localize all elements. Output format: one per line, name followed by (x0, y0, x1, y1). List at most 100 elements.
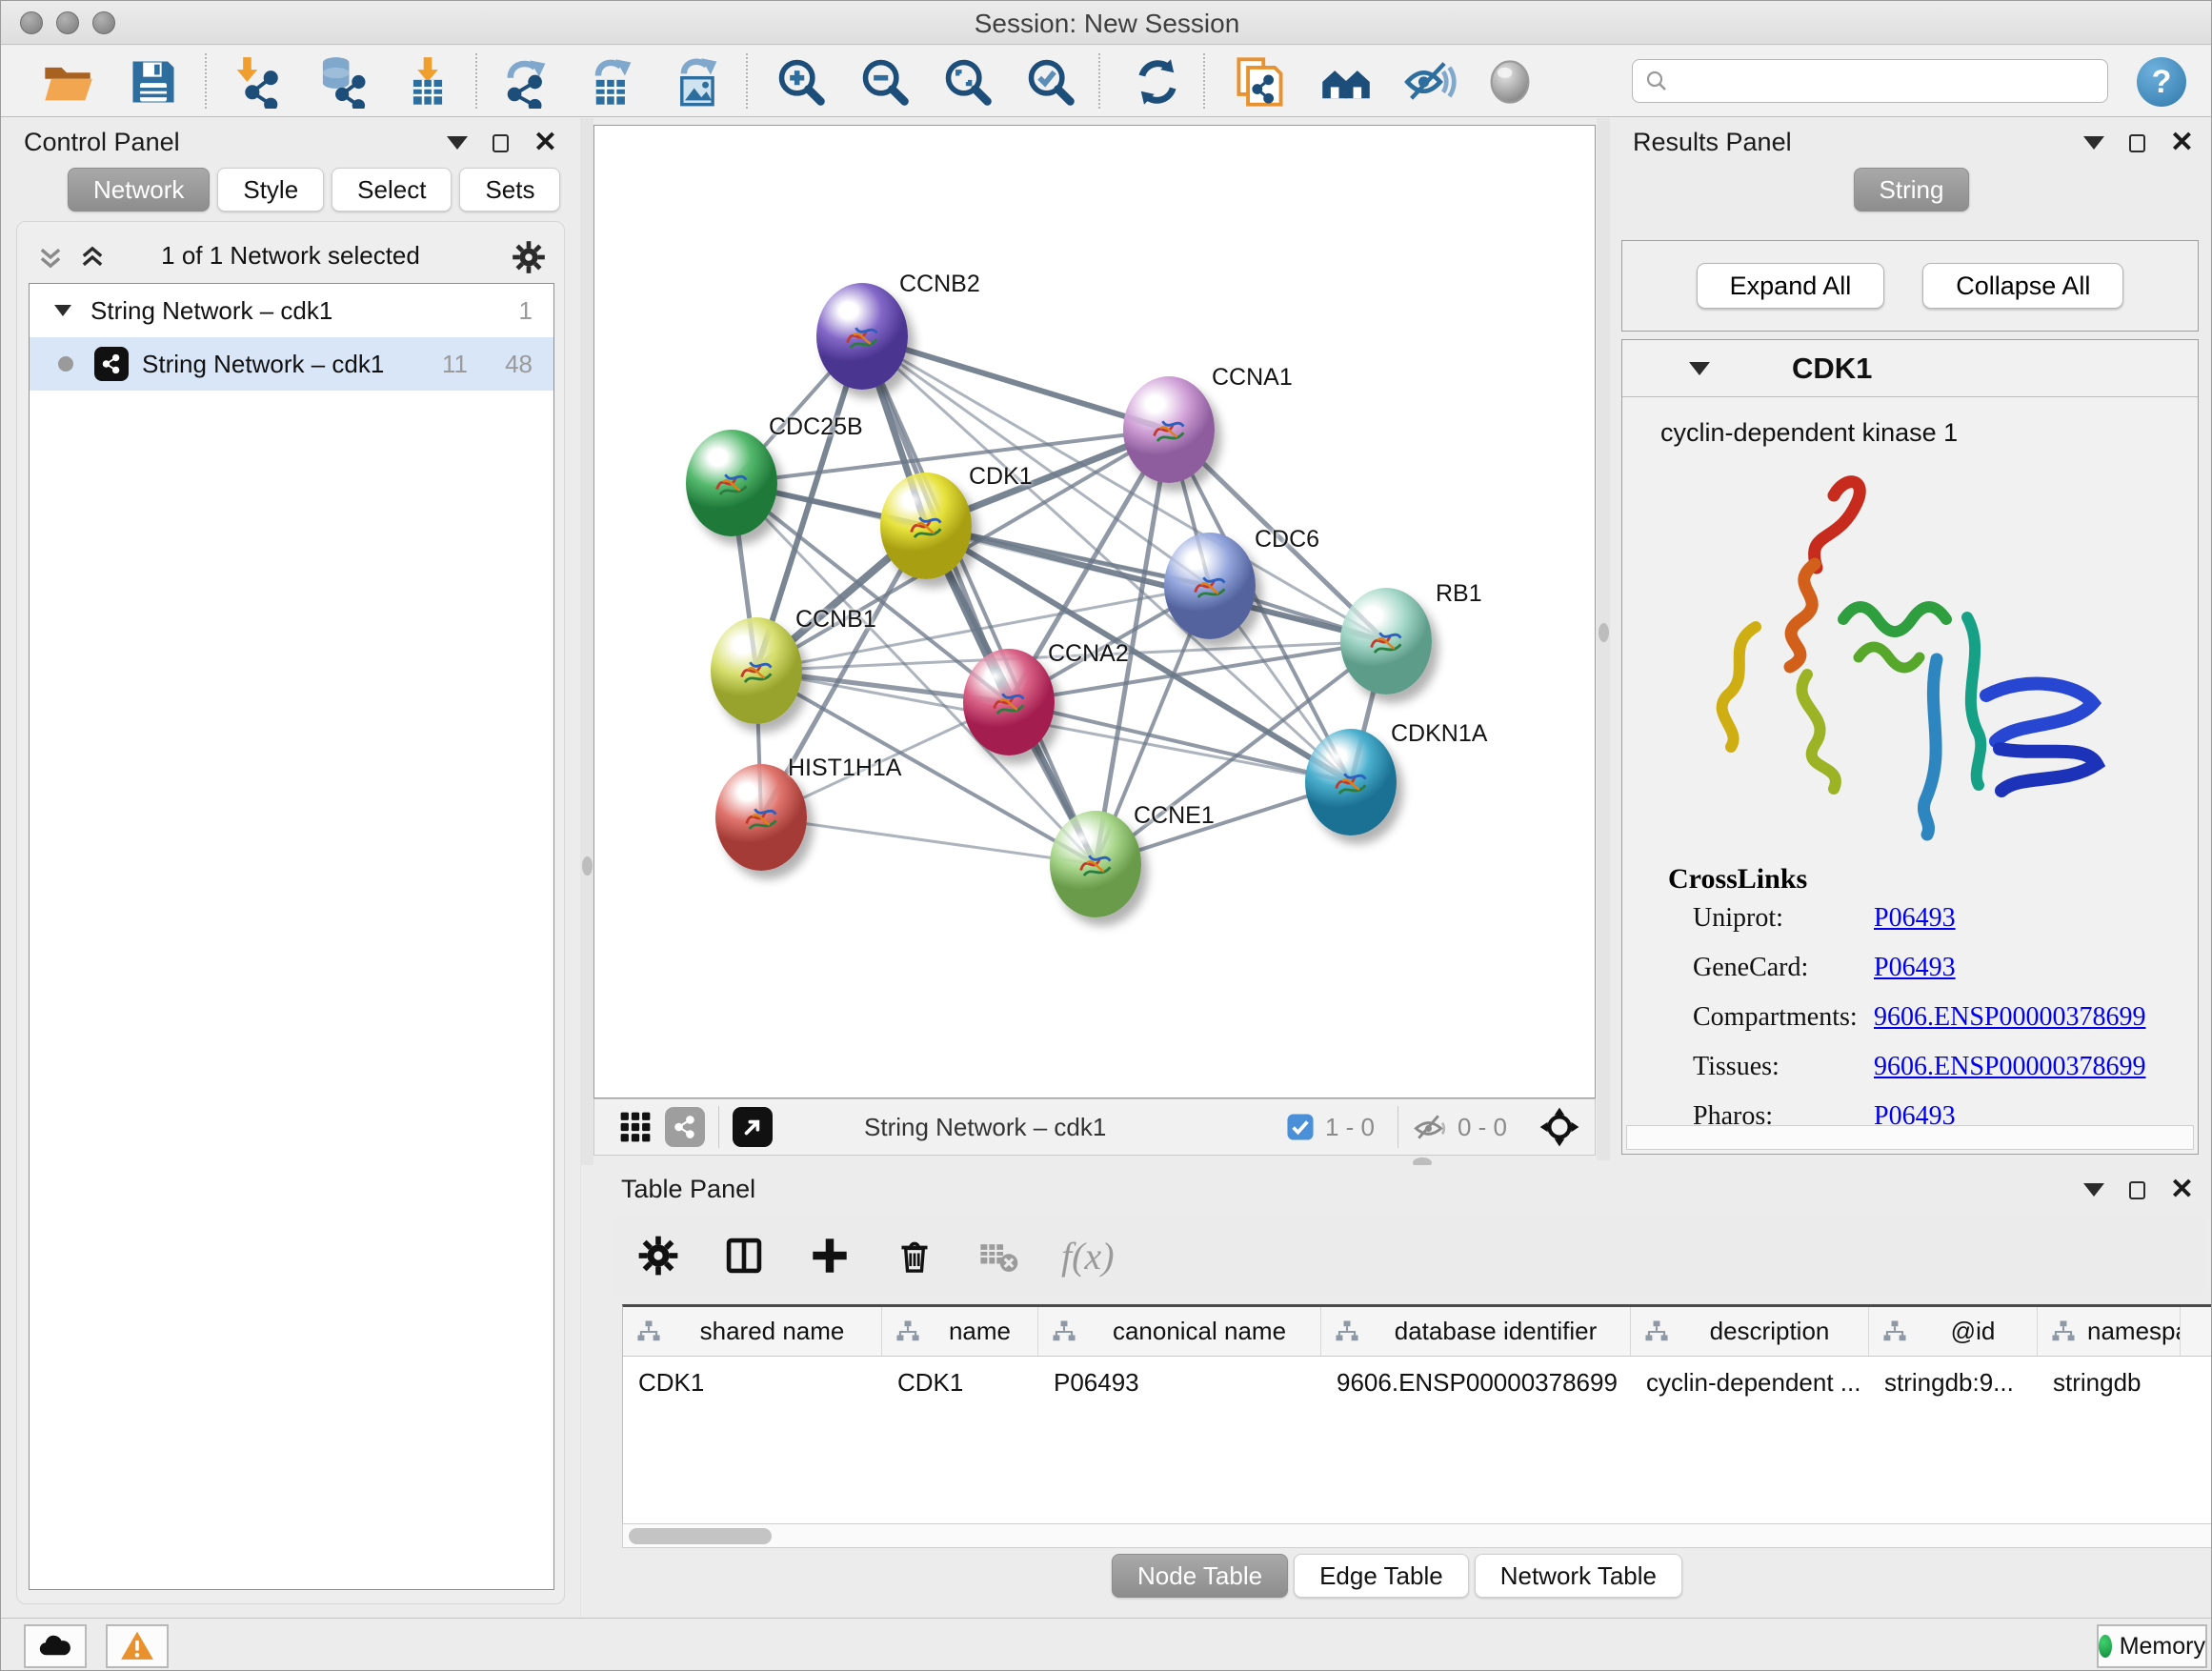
table-gear-icon[interactable] (636, 1234, 680, 1278)
crosshair-icon[interactable] (1538, 1105, 1581, 1149)
birds-eye-view-icon[interactable] (733, 1107, 773, 1147)
hidden-eye-icon[interactable] (1412, 1109, 1448, 1145)
table-cell[interactable]: 9606.ENSP00000378699 (1321, 1357, 1631, 1408)
panel-collapse-icon[interactable] (2083, 1183, 2104, 1197)
table-panel: Table Panel ✕ f(x) shared namenamecanoni… (581, 1165, 2212, 1618)
crosslink-link[interactable]: 9606.ENSP00000378699 (1874, 1052, 2145, 1082)
column-header-name[interactable]: name (882, 1307, 1038, 1356)
crosslink-link[interactable]: P06493 (1874, 953, 1956, 983)
splitter-handle[interactable] (1599, 623, 1609, 642)
table-row[interactable]: CDK1CDK1P064939606.ENSP00000378699cyclin… (623, 1357, 2212, 1408)
network-node-cdk1[interactable] (880, 473, 972, 579)
panel-float-icon[interactable] (2129, 134, 2145, 152)
table-cell[interactable]: CDK1 (882, 1357, 1038, 1408)
zoom-fit-icon[interactable] (941, 55, 995, 109)
network-node-cdc6[interactable] (1164, 533, 1256, 639)
share-view-icon[interactable] (665, 1107, 705, 1147)
crosslink-row: Uniprot:P06493 (1693, 903, 2198, 934)
panel-close-icon[interactable]: ✕ (2170, 133, 2194, 152)
tab-network-table[interactable]: Network Table (1475, 1554, 1682, 1598)
column-header-canonical-name[interactable]: canonical name (1038, 1307, 1321, 1356)
expand-all-button[interactable]: Expand All (1697, 263, 1885, 309)
search-input[interactable] (1669, 62, 2107, 100)
network-node-rb1[interactable] (1340, 588, 1432, 695)
entry-expander-icon[interactable] (1689, 362, 1710, 375)
clone-network-icon[interactable] (1234, 55, 1287, 109)
save-session-icon[interactable] (127, 55, 180, 109)
export-image-icon[interactable] (672, 55, 725, 109)
network-node-cdc25b[interactable] (686, 430, 777, 536)
grid-view-icon[interactable] (615, 1107, 655, 1147)
network-node-cdkn1a[interactable] (1305, 729, 1397, 836)
show-columns-icon[interactable] (722, 1234, 766, 1278)
results-scrollbar[interactable] (1626, 1125, 2194, 1150)
crosslink-link[interactable]: P06493 (1874, 903, 1956, 934)
help-icon[interactable]: ? (2137, 57, 2186, 107)
network-node-ccna1[interactable] (1123, 376, 1215, 483)
table-cell[interactable]: P06493 (1038, 1357, 1321, 1408)
import-network-file-icon[interactable] (228, 55, 281, 109)
zoom-in-icon[interactable] (774, 55, 828, 109)
panel-collapse-icon[interactable] (2083, 136, 2104, 150)
control-panel-tabs: Network Style Select Sets (68, 168, 560, 211)
panel-collapse-icon[interactable] (447, 136, 468, 150)
entry-header[interactable]: CDK1 (1622, 340, 2198, 397)
network-row[interactable]: String Network – cdk1 11 48 (30, 337, 553, 391)
open-session-icon[interactable] (41, 55, 94, 109)
zoom-selected-icon[interactable] (1024, 55, 1077, 109)
panel-float-icon[interactable] (493, 134, 509, 152)
panel-close-icon[interactable]: ✕ (2170, 1180, 2194, 1199)
tab-string[interactable]: String (1854, 168, 1970, 211)
column-header--id[interactable]: @id (1869, 1307, 2038, 1356)
column-header-namespace[interactable]: namespace (2038, 1307, 2181, 1356)
splitter-handle[interactable] (582, 856, 593, 876)
panel-float-icon[interactable] (2129, 1181, 2145, 1199)
crosslink-link[interactable]: 9606.ENSP00000378699 (1874, 1002, 2145, 1033)
crosslink-label: Tissues: (1693, 1052, 1874, 1082)
results-actions: Expand All Collapse All (1621, 240, 2199, 332)
network-node-ccne1[interactable] (1050, 811, 1141, 917)
glass-ball-icon[interactable] (1483, 55, 1537, 109)
table-cell[interactable]: stringdb:9... (1869, 1357, 2038, 1408)
import-network-database-icon[interactable] (313, 55, 367, 109)
warning-button[interactable] (106, 1624, 169, 1668)
table-cell[interactable]: CDK1 (623, 1357, 882, 1408)
tree-expander-icon[interactable] (54, 305, 71, 316)
tab-style[interactable]: Style (217, 168, 324, 211)
tab-node-table[interactable]: Node Table (1112, 1554, 1288, 1598)
export-table-icon[interactable] (586, 55, 639, 109)
memory-button[interactable]: Memory (2097, 1624, 2207, 1668)
gear-icon[interactable] (511, 239, 547, 275)
import-table-icon[interactable] (401, 55, 454, 109)
collapse-all-button[interactable]: Collapse All (1922, 263, 2123, 309)
network-collection-row[interactable]: String Network – cdk1 1 (30, 284, 553, 337)
export-network-icon[interactable] (500, 55, 553, 109)
add-column-icon[interactable] (808, 1234, 852, 1278)
show-labels-icon[interactable] (1403, 55, 1457, 109)
refresh-icon[interactable] (1131, 55, 1184, 109)
string-home-icon[interactable] (1319, 55, 1373, 109)
cloud-button[interactable] (24, 1624, 87, 1668)
zoom-out-icon[interactable] (858, 55, 912, 109)
panel-close-icon[interactable]: ✕ (533, 133, 557, 152)
tab-sets[interactable]: Sets (459, 168, 560, 211)
column-header-database-identifier[interactable]: database identifier (1321, 1307, 1631, 1356)
table-scrollbar-thumb[interactable] (629, 1528, 772, 1544)
column-header-shared-name[interactable]: shared name (623, 1307, 882, 1356)
network-canvas[interactable]: CCNB2CCNA1CDC25BCDK1CDC6RB1CCNB1CCNA2CDK… (593, 125, 1596, 1098)
tab-select[interactable]: Select (332, 168, 452, 211)
delete-column-icon[interactable] (894, 1235, 935, 1277)
network-node-ccnb2[interactable] (816, 283, 908, 390)
table-cell[interactable]: cyclin-dependent ... (1631, 1357, 1869, 1408)
memory-label: Memory (2120, 1633, 2205, 1661)
node-label-cdkn1a: CDKN1A (1391, 720, 1487, 748)
network-node-ccnb1[interactable] (711, 617, 802, 724)
tab-edge-table[interactable]: Edge Table (1294, 1554, 1469, 1598)
table-cell[interactable]: stringdb (2038, 1357, 2181, 1408)
network-node-ccna2[interactable] (963, 649, 1055, 755)
column-header-description[interactable]: description (1631, 1307, 1869, 1356)
vertical-splitter[interactable] (1597, 118, 1610, 1160)
selected-checkbox-icon[interactable] (1285, 1112, 1316, 1142)
tab-network[interactable]: Network (68, 168, 210, 211)
table-scrollbar[interactable] (622, 1523, 2212, 1548)
